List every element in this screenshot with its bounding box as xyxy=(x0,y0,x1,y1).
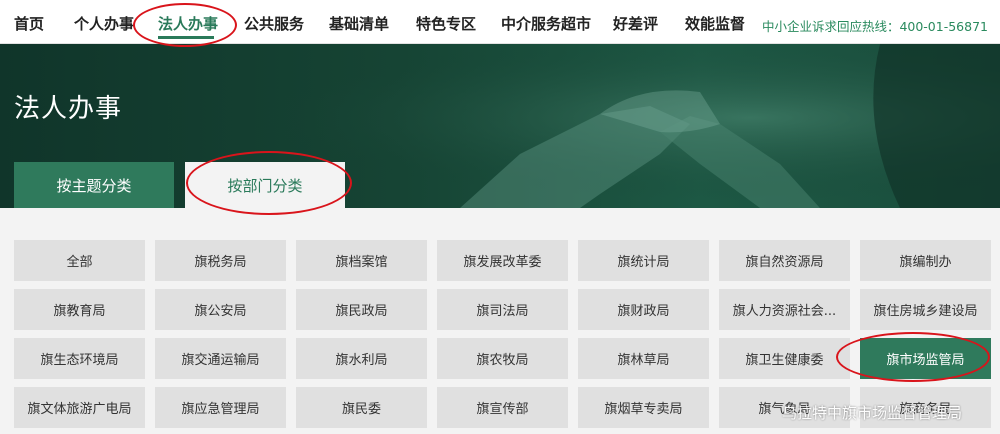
nav-public-service[interactable]: 公共服务 xyxy=(244,13,304,34)
tab-by-department[interactable]: 按部门分类 xyxy=(185,162,345,208)
department-button[interactable]: 旗水利局 xyxy=(296,338,427,379)
department-button[interactable]: 旗财政局 xyxy=(578,289,709,330)
department-button[interactable]: 旗发展改革委 xyxy=(437,240,568,281)
department-button[interactable]: 旗烟草专卖局 xyxy=(578,387,709,428)
department-button[interactable]: 旗文体旅游广电局 xyxy=(14,387,145,428)
nav-home[interactable]: 首页 xyxy=(14,13,44,34)
department-button[interactable]: 旗宣传部 xyxy=(437,387,568,428)
nav-basic-list[interactable]: 基础清单 xyxy=(329,13,389,34)
nav-intermediary-market[interactable]: 中介服务超市 xyxy=(501,13,591,34)
nav-legal-person-affairs[interactable]: 法人办事 xyxy=(158,13,218,34)
department-button[interactable]: 旗民政局 xyxy=(296,289,427,330)
tab-by-theme[interactable]: 按主题分类 xyxy=(14,162,174,208)
department-button[interactable]: 旗民委 xyxy=(296,387,427,428)
nav-efficiency-supervision[interactable]: 效能监督 xyxy=(685,13,745,34)
nav-good-bad-review[interactable]: 好差评 xyxy=(613,13,658,34)
department-button[interactable]: 旗林草局 xyxy=(578,338,709,379)
department-button[interactable]: 旗编制办 xyxy=(860,240,991,281)
nav-personal-affairs[interactable]: 个人办事 xyxy=(74,13,134,34)
department-button[interactable]: 旗应急管理局 xyxy=(155,387,286,428)
department-button[interactable]: 旗档案馆 xyxy=(296,240,427,281)
nav-active-underline xyxy=(158,36,214,39)
department-button[interactable]: 旗自然资源局 xyxy=(719,240,850,281)
page-title: 法人办事 xyxy=(14,94,123,124)
department-button[interactable]: 旗司法局 xyxy=(437,289,568,330)
department-button[interactable]: 旗交通运输局 xyxy=(155,338,286,379)
department-button[interactable]: 旗公安局 xyxy=(155,289,286,330)
hotline-text: 中小企业诉求回应热线：400-01-56871 xyxy=(761,19,988,34)
department-button[interactable]: 旗教育局 xyxy=(14,289,145,330)
top-navigation: 首页 个人办事 法人办事 公共服务 基础清单 特色专区 中介服务超市 好差评 效… xyxy=(0,0,1000,44)
department-button[interactable]: 旗住房城乡建设局 xyxy=(860,289,991,330)
watermark-text: 乌拉特中旗市场监督管理局 xyxy=(782,404,963,422)
nav-special-zone[interactable]: 特色专区 xyxy=(416,13,476,34)
department-button[interactable]: 旗税务局 xyxy=(155,240,286,281)
department-button[interactable]: 旗统计局 xyxy=(578,240,709,281)
department-button[interactable]: 旗农牧局 xyxy=(437,338,568,379)
department-button[interactable]: 旗人力资源社会... xyxy=(719,289,850,330)
department-button[interactable]: 全部 xyxy=(14,240,145,281)
department-button-selected[interactable]: 旗市场监管局 xyxy=(860,338,991,379)
department-button[interactable]: 旗卫生健康委 xyxy=(719,338,850,379)
department-button[interactable]: 旗生态环境局 xyxy=(14,338,145,379)
